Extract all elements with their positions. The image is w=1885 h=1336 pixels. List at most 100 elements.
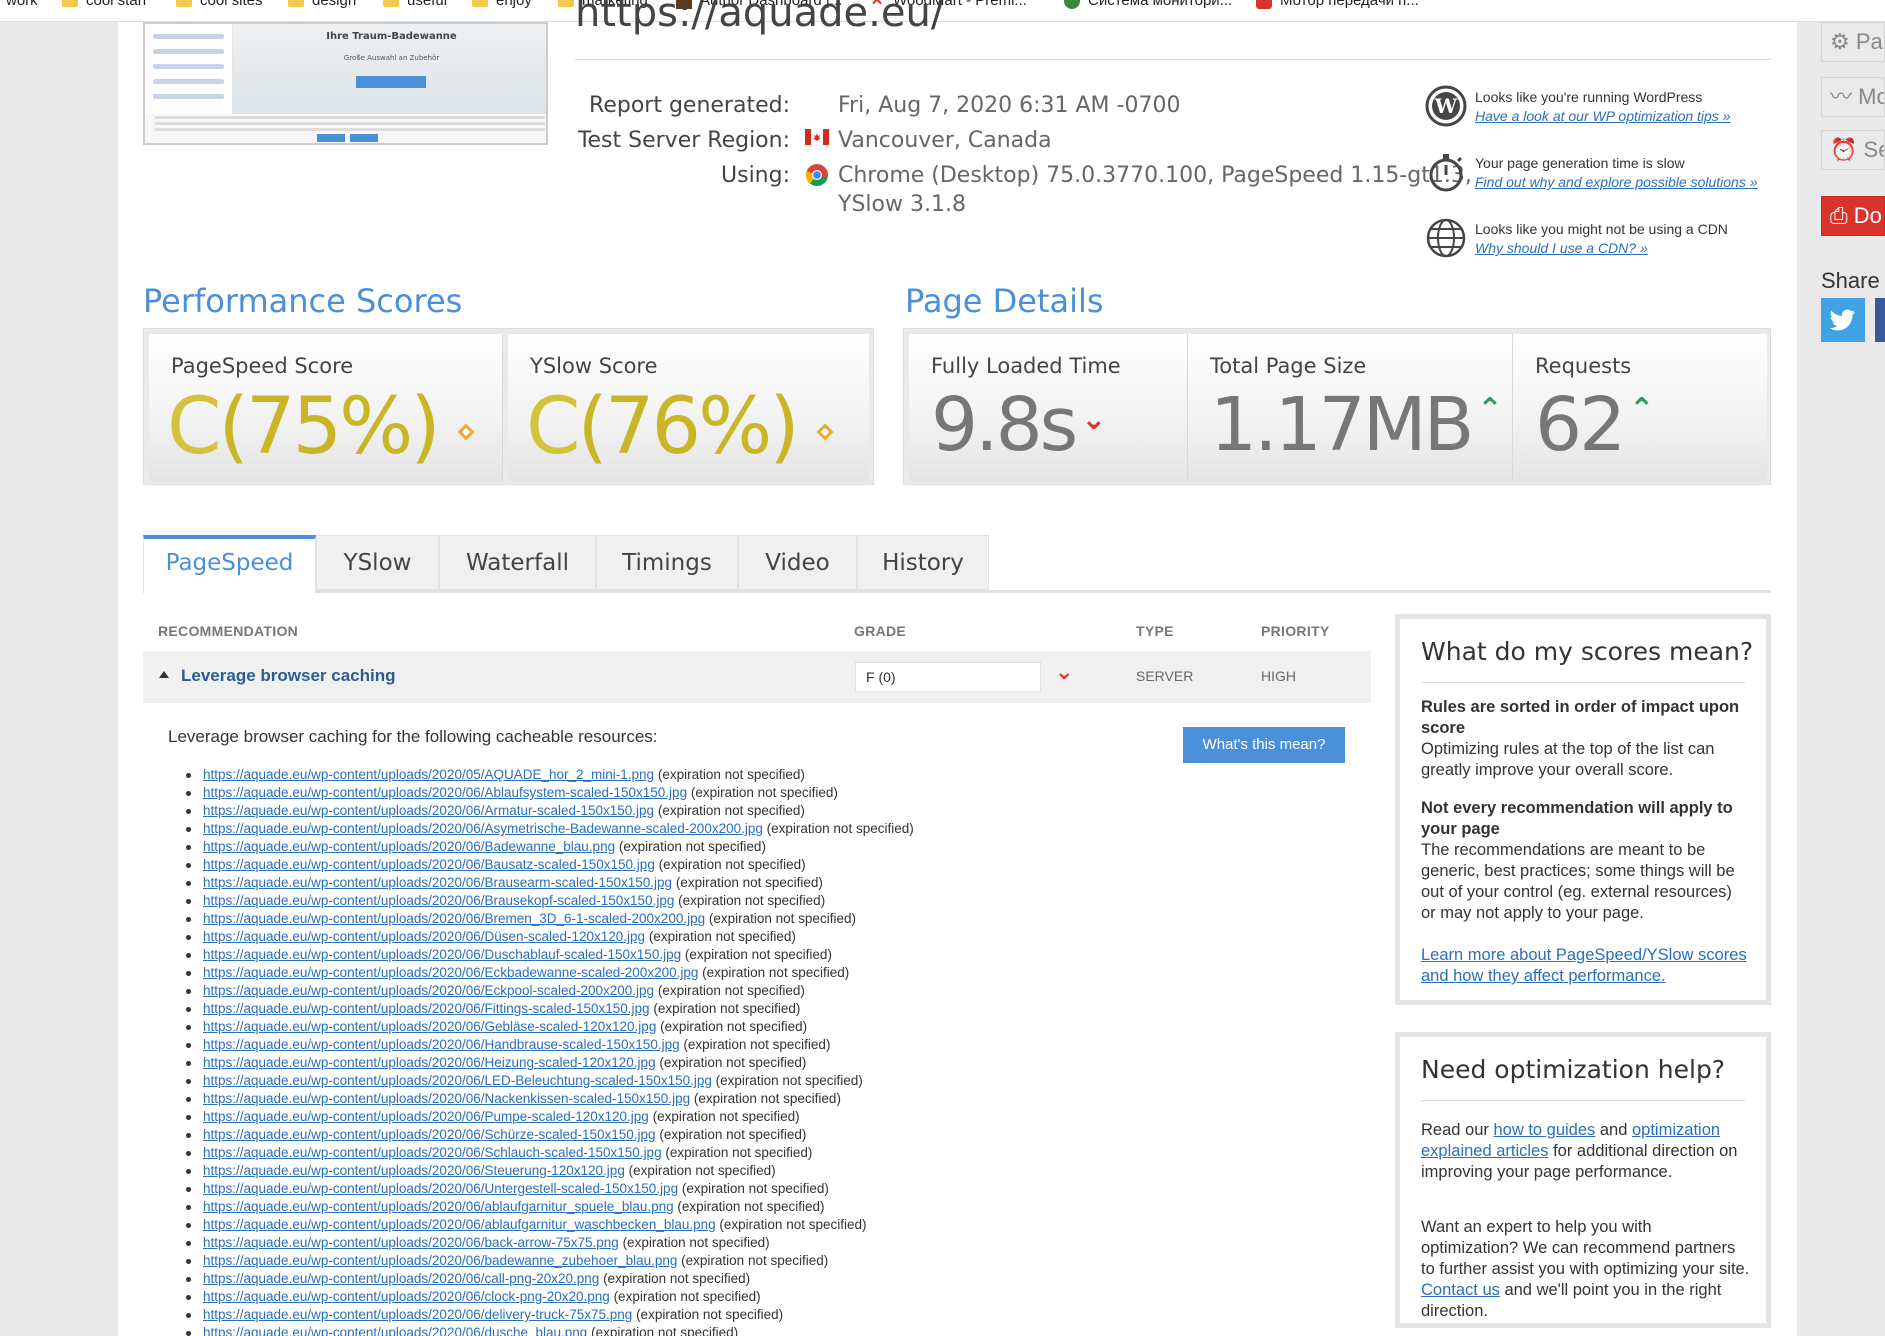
wp-optimization-link[interactable]: Have a look at our WP optimization tips …	[1475, 107, 1731, 126]
resource-note: (expiration not specified)	[628, 1163, 776, 1178]
resource-item: https://aquade.eu/wp-content/uploads/202…	[186, 1108, 1103, 1126]
resource-link[interactable]: https://aquade.eu/wp-content/uploads/202…	[203, 875, 672, 890]
collapse-triangle-icon[interactable]	[159, 671, 169, 678]
resource-link[interactable]: https://aquade.eu/wp-content/uploads/202…	[203, 1235, 619, 1250]
page-size-value: 1.17MB ⌃	[1210, 382, 1503, 468]
tab-yslow[interactable]: YSlow	[316, 535, 439, 590]
bookmark-folder-design[interactable]: design	[288, 0, 356, 9]
resource-item: https://aquade.eu/wp-content/uploads/202…	[186, 1072, 1103, 1090]
resource-link[interactable]: https://aquade.eu/wp-content/uploads/202…	[203, 1127, 656, 1142]
resource-item: https://aquade.eu/wp-content/uploads/202…	[186, 1126, 1103, 1144]
bookmark-monitoring[interactable]: Система монитори...	[1064, 0, 1232, 10]
resource-item: https://aquade.eu/wp-content/uploads/202…	[186, 982, 1103, 1000]
tab-history[interactable]: History	[857, 535, 989, 590]
resource-note: (expiration not specified)	[693, 1091, 841, 1106]
resource-link[interactable]: https://aquade.eu/wp-content/uploads/202…	[203, 1307, 632, 1322]
resource-link[interactable]: https://aquade.eu/wp-content/uploads/202…	[203, 1073, 712, 1088]
facebook-share-button[interactable]	[1875, 298, 1885, 342]
resource-link[interactable]: https://aquade.eu/wp-content/uploads/202…	[203, 947, 681, 962]
divider	[1421, 682, 1745, 683]
learn-more-link[interactable]: Learn more about PageSpeed/YSlow scores …	[1421, 946, 1747, 985]
resource-link[interactable]: https://aquade.eu/wp-content/uploads/202…	[203, 893, 674, 908]
resource-link[interactable]: https://aquade.eu/wp-content/uploads/202…	[203, 1109, 649, 1124]
bookmark-folder-enjoy[interactable]: enjoy	[472, 0, 532, 9]
resource-link[interactable]: https://aquade.eu/wp-content/uploads/202…	[203, 785, 687, 800]
resource-item: https://aquade.eu/wp-content/uploads/202…	[186, 1000, 1103, 1018]
resource-note: (expiration not specified)	[708, 911, 856, 926]
site-screenshot-thumbnail: Ihre Traum-Badewanne Große Auswahl an Zu…	[143, 22, 548, 145]
performance-heading: Performance Scores	[143, 282, 463, 320]
resource-item: https://aquade.eu/wp-content/uploads/202…	[186, 1234, 1103, 1252]
contact-us-link[interactable]: Contact us	[1421, 1281, 1500, 1299]
scores-info-box: What do my scores mean? Rules are sorted…	[1395, 614, 1771, 1005]
gear-icon: ⚙	[1830, 29, 1850, 54]
resource-item: https://aquade.eu/wp-content/uploads/202…	[186, 1324, 1103, 1336]
resource-link[interactable]: https://aquade.eu/wp-content/uploads/202…	[203, 1325, 587, 1336]
recommendation-row[interactable]: Leverage browser caching F (0) ⌄ SERVER …	[143, 651, 1371, 703]
cdn-hint-text: Looks like you might not be using a CDN	[1475, 221, 1728, 237]
side-action-pagespeed[interactable]: ⚙ Pa	[1821, 22, 1885, 62]
resource-item: https://aquade.eu/wp-content/uploads/202…	[186, 1306, 1103, 1324]
resource-link[interactable]: https://aquade.eu/wp-content/uploads/202…	[203, 821, 763, 836]
resource-note: (expiration not specified)	[684, 947, 832, 962]
resource-link[interactable]: https://aquade.eu/wp-content/uploads/202…	[203, 1181, 678, 1196]
resource-link[interactable]: https://aquade.eu/wp-content/uploads/202…	[203, 1253, 677, 1268]
resource-note: (expiration not specified)	[618, 839, 766, 854]
resource-link[interactable]: https://aquade.eu/wp-content/uploads/202…	[203, 1271, 599, 1286]
recommendation-title[interactable]: Leverage browser caching	[181, 666, 395, 686]
resource-item: https://aquade.eu/wp-content/uploads/202…	[186, 910, 1103, 928]
side-action-download-pdf[interactable]: ⎙ Do	[1821, 196, 1885, 236]
resource-note: (expiration not specified)	[659, 1127, 807, 1142]
bookmark-folder-work[interactable]: work	[6, 0, 38, 9]
twitter-share-button[interactable]	[1821, 298, 1865, 342]
resource-item: https://aquade.eu/wp-content/uploads/202…	[186, 1162, 1103, 1180]
bookmark-folder-useful[interactable]: useful	[383, 0, 447, 9]
tab-pagespeed[interactable]: PageSpeed	[143, 535, 316, 593]
resource-note: (expiration not specified)	[690, 785, 838, 800]
resource-link[interactable]: https://aquade.eu/wp-content/uploads/202…	[203, 1289, 610, 1304]
pulse-icon: 〰	[1830, 84, 1853, 109]
cdn-link[interactable]: Why should I use a CDN? »	[1475, 239, 1728, 258]
slow-generation-link[interactable]: Find out why and explore possible soluti…	[1475, 173, 1758, 192]
wordpress-icon: W	[1425, 85, 1467, 127]
side-action-schedule[interactable]: ⏰ Se	[1821, 130, 1885, 170]
resource-link[interactable]: https://aquade.eu/wp-content/uploads/202…	[203, 929, 645, 944]
resource-link[interactable]: https://aquade.eu/wp-content/uploads/202…	[203, 1055, 656, 1070]
resource-link[interactable]: https://aquade.eu/wp-content/uploads/202…	[203, 857, 655, 872]
side-action-monitor[interactable]: 〰 Mo	[1821, 77, 1885, 117]
bookmark-folder-cool-stan[interactable]: cool stan	[62, 0, 146, 9]
tab-waterfall[interactable]: Waterfall	[439, 535, 596, 590]
bookmark-motor[interactable]: Мотор передачи п...	[1256, 0, 1419, 10]
resource-link[interactable]: https://aquade.eu/wp-content/uploads/202…	[203, 767, 654, 782]
bookmark-folder-cool-sites[interactable]: cool sites	[176, 0, 263, 9]
thumbnail-sidebar	[145, 24, 233, 114]
resource-link[interactable]: https://aquade.eu/wp-content/uploads/202…	[203, 1217, 716, 1232]
tab-video[interactable]: Video	[738, 535, 857, 590]
yslow-score-label: YSlow Score	[530, 354, 658, 378]
resource-link[interactable]: https://aquade.eu/wp-content/uploads/202…	[203, 1091, 690, 1106]
resource-link[interactable]: https://aquade.eu/wp-content/uploads/202…	[203, 1037, 680, 1052]
resource-link[interactable]: https://aquade.eu/wp-content/uploads/202…	[203, 983, 654, 998]
resource-link[interactable]: https://aquade.eu/wp-content/uploads/202…	[203, 1163, 625, 1178]
chrome-icon	[805, 164, 828, 186]
folder-icon	[176, 0, 192, 8]
thumbnail-title: Ihre Traum-Badewanne	[326, 31, 457, 42]
col-grade: GRADE	[854, 623, 907, 639]
resource-link[interactable]: https://aquade.eu/wp-content/uploads/202…	[203, 1199, 674, 1214]
resource-item: https://aquade.eu/wp-content/uploads/202…	[186, 892, 1103, 910]
no-change-icon	[457, 423, 475, 441]
resource-link[interactable]: https://aquade.eu/wp-content/uploads/202…	[203, 965, 698, 980]
whats-this-mean-button[interactable]: What's this mean?	[1183, 727, 1345, 763]
resource-link[interactable]: https://aquade.eu/wp-content/uploads/202…	[203, 1001, 650, 1016]
resource-link[interactable]: https://aquade.eu/wp-content/uploads/202…	[203, 1145, 662, 1160]
how-to-guides-link[interactable]: how to guides	[1493, 1121, 1595, 1139]
resource-item: https://aquade.eu/wp-content/uploads/202…	[186, 1018, 1103, 1036]
resource-link[interactable]: https://aquade.eu/wp-content/uploads/202…	[203, 839, 615, 854]
resource-note: (expiration not specified)	[652, 1109, 800, 1124]
tab-timings[interactable]: Timings	[596, 535, 738, 590]
resource-link[interactable]: https://aquade.eu/wp-content/uploads/202…	[203, 803, 654, 818]
help-info-paragraph: Read our how to guides and optimization …	[1421, 1121, 1738, 1181]
resource-link[interactable]: https://aquade.eu/wp-content/uploads/202…	[203, 1019, 656, 1034]
thumbnail-hero: Ihre Traum-Badewanne Große Auswahl an Zu…	[233, 24, 546, 114]
resource-link[interactable]: https://aquade.eu/wp-content/uploads/202…	[203, 911, 705, 926]
